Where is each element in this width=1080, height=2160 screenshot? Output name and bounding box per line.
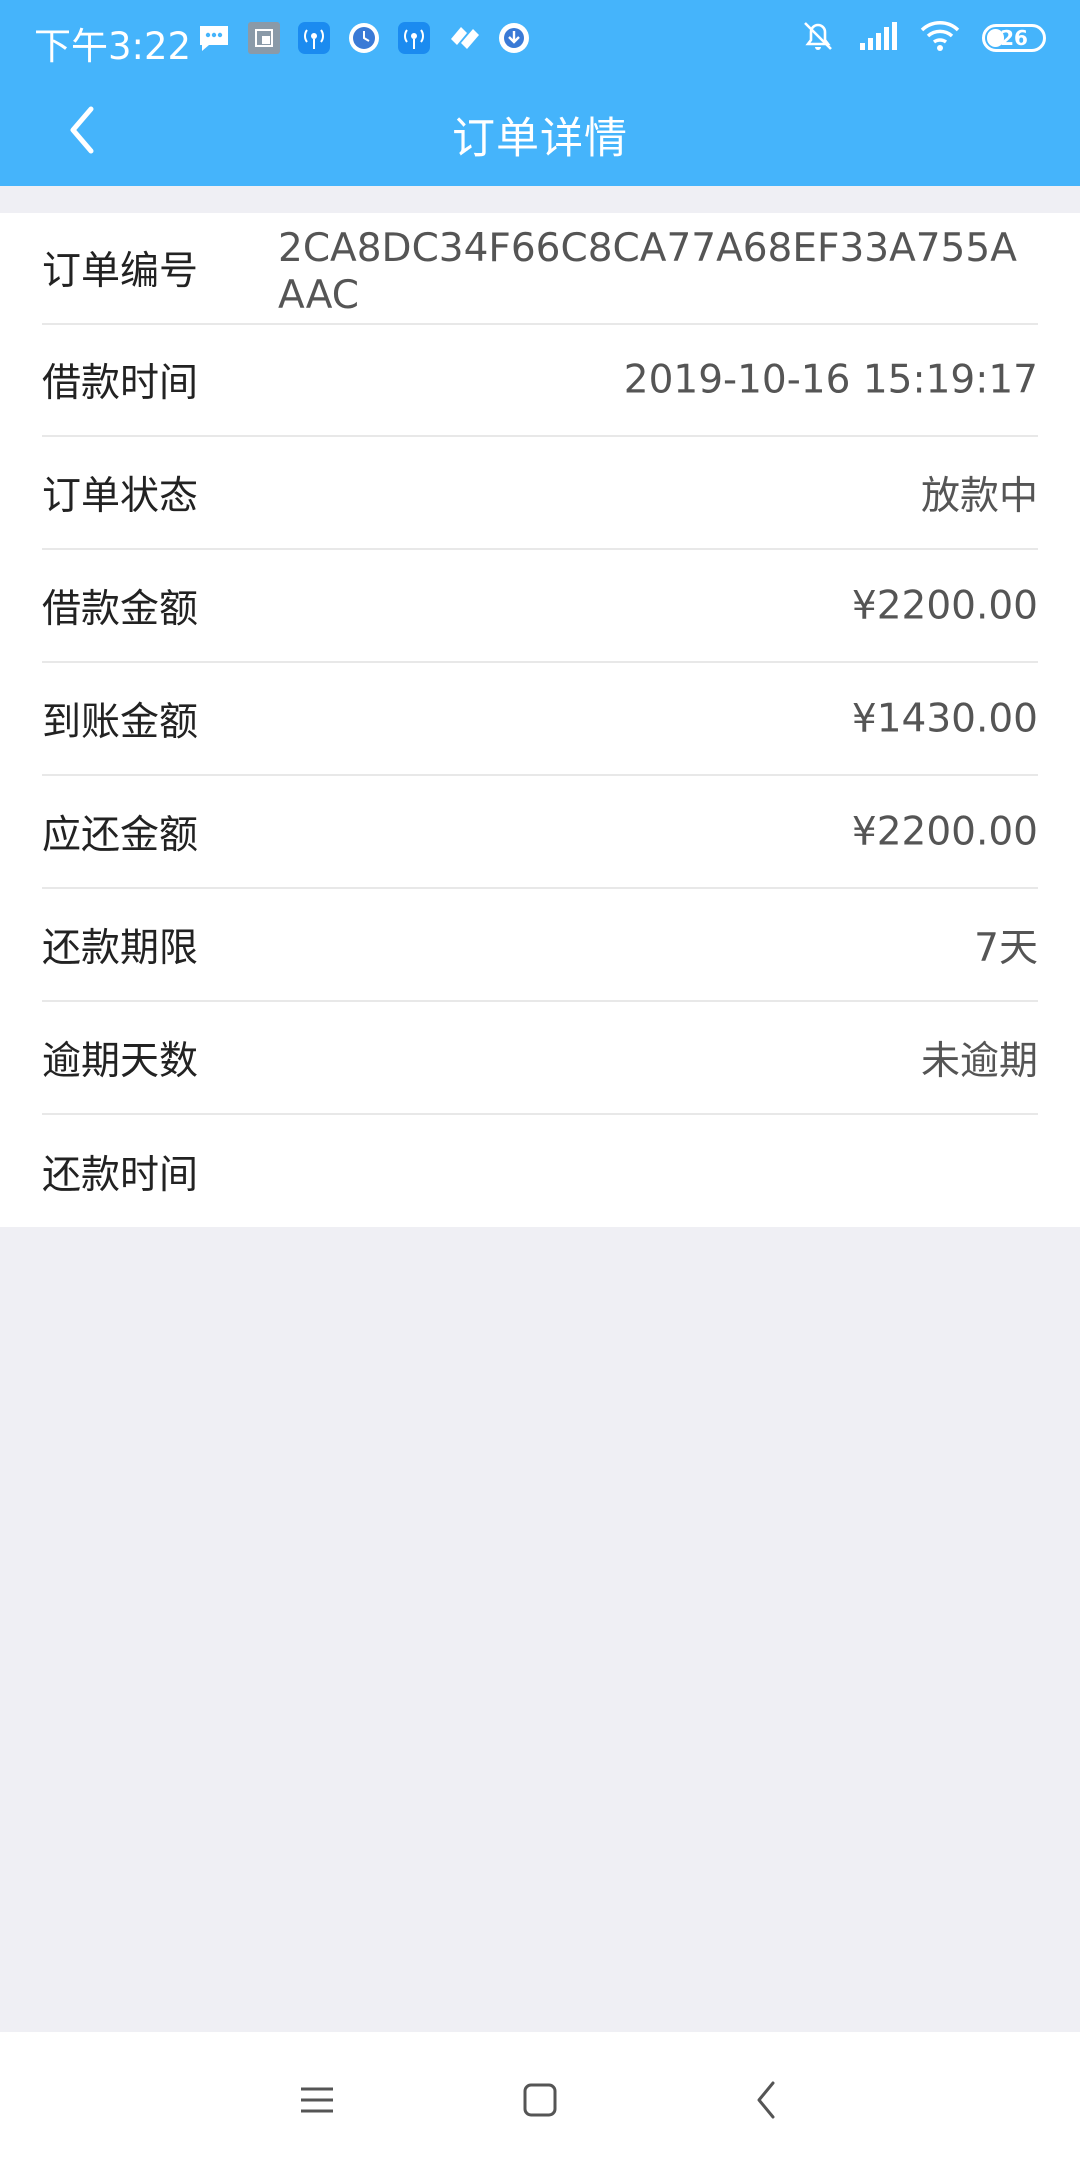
back-icon — [757, 2081, 775, 2119]
clock-icon — [346, 20, 382, 56]
menu-button[interactable] — [287, 2070, 347, 2130]
page-title: 订单详情 — [452, 114, 628, 164]
status-time: 下午3:22 — [34, 25, 192, 68]
detail-label: 订单状态 — [42, 474, 199, 519]
system-back-button[interactable] — [736, 2070, 796, 2130]
system-icons: 26 — [800, 18, 1046, 58]
wifi-icon — [920, 20, 960, 56]
menu-icon — [301, 2087, 333, 2113]
hotspot-icon — [296, 20, 332, 56]
battery-icon: 26 — [982, 24, 1046, 52]
detail-value: ¥2200.00 — [851, 583, 1038, 629]
signal-icon — [858, 21, 898, 55]
detail-row-repay-amount: 应还金额 ¥2200.00 — [42, 777, 1038, 889]
detail-label: 借款金额 — [42, 587, 199, 632]
download-icon — [496, 20, 532, 56]
detail-value: 2CA8DC34F66C8CA77A68EF33A755AAAC — [278, 226, 1017, 318]
detail-label: 应还金额 — [42, 813, 199, 858]
app-header: 下午3:22 26 订单详情 — [0, 0, 1080, 186]
detail-label: 订单编号 — [42, 249, 199, 294]
detail-value: 未逾期 — [920, 1039, 1038, 1084]
detail-row-repay-term: 还款期限 7天 — [42, 890, 1038, 1002]
home-icon — [523, 2083, 557, 2117]
detail-label: 还款期限 — [42, 926, 199, 971]
message-icon — [196, 20, 232, 56]
detail-row-repay-time: 还款时间 — [42, 1116, 1038, 1228]
detail-value: 放款中 — [920, 474, 1038, 519]
system-navigation-bar — [0, 2032, 1080, 2160]
screenshot-icon — [246, 20, 282, 56]
hotspot-icon — [396, 20, 432, 56]
detail-value: ¥2200.00 — [851, 809, 1038, 855]
status-bar: 下午3:22 26 — [0, 0, 1080, 76]
detail-row-loan-time: 借款时间 2019-10-16 15:19:17 — [42, 325, 1038, 437]
detail-row-received-amount: 到账金额 ¥1430.00 — [42, 664, 1038, 776]
detail-value: 7天 — [974, 926, 1038, 971]
order-details-card: 订单编号 2CA8DC34F66C8CA77A68EF33A755AAAC 借款… — [0, 213, 1080, 1227]
detail-label: 到账金额 — [42, 700, 199, 745]
home-button[interactable] — [510, 2070, 570, 2130]
navigation-bar: 订单详情 — [0, 76, 1080, 186]
app-icon — [446, 20, 482, 56]
detail-row-loan-amount: 借款金额 ¥2200.00 — [42, 551, 1038, 663]
detail-row-order-number: 订单编号 2CA8DC34F66C8CA77A68EF33A755AAAC — [42, 213, 1038, 325]
detail-value: ¥1430.00 — [851, 696, 1038, 742]
detail-label: 借款时间 — [42, 361, 199, 406]
battery-level: 26 — [1000, 26, 1028, 50]
mute-icon — [800, 18, 836, 58]
detail-row-overdue-days: 逾期天数 未逾期 — [42, 1003, 1038, 1115]
detail-value: 2019-10-16 15:19:17 — [623, 357, 1038, 403]
notification-icons — [196, 18, 532, 58]
detail-label: 还款时间 — [42, 1153, 199, 1198]
detail-row-order-status: 订单状态 放款中 — [42, 438, 1038, 550]
detail-label: 逾期天数 — [42, 1039, 199, 1084]
